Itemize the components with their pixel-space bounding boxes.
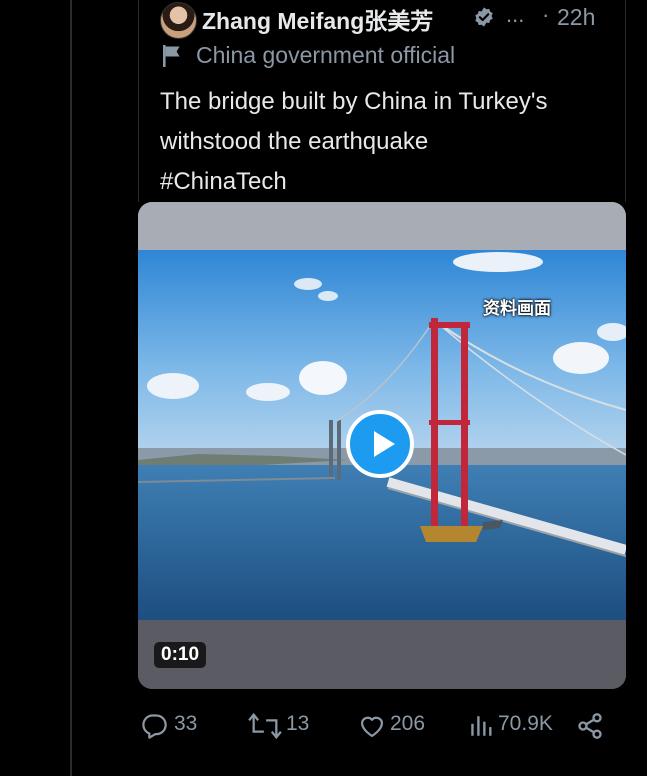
play-icon [374, 431, 395, 457]
reply-icon [142, 714, 167, 739]
tweet-text-line: The bridge built by China in Turkey's [160, 88, 548, 115]
views-icon [471, 716, 492, 736]
video-letterbox-top [138, 202, 626, 250]
like-count: 206 [390, 712, 426, 735]
reply-button[interactable]: 33 [140, 708, 210, 744]
tweet-text-line: withstood the earthquake [160, 128, 429, 155]
repost-icon [248, 712, 282, 740]
views-count: 70.9K [498, 712, 553, 735]
card-border-left [138, 0, 139, 202]
reply-count: 33 [174, 712, 198, 735]
verified-badge-icon [475, 7, 493, 27]
repost-count: 13 [286, 712, 310, 735]
like-icon [360, 716, 384, 738]
play-button[interactable] [346, 410, 414, 478]
video-watermark: 资料画面 [483, 299, 551, 318]
video-duration: 0:10 [154, 642, 207, 668]
flag-icon [163, 45, 180, 67]
like-button[interactable]: 206 [358, 708, 448, 744]
tweet-page: Zhang Meifang张美芳 ... · 22h China governm… [0, 0, 647, 776]
repost-button[interactable]: 13 [248, 708, 328, 744]
thread-rail [70, 0, 72, 776]
tweet-text: The bridge built by China in Turkey's wi… [160, 82, 620, 202]
avatar[interactable] [160, 2, 197, 39]
share-button[interactable] [576, 708, 606, 744]
more-options-button[interactable]: ... [506, 2, 524, 28]
hashtag-link[interactable]: #ChinaTech [160, 162, 620, 202]
account-label: China government official [160, 42, 620, 72]
account-label-text: China government official [196, 42, 456, 68]
video-letterbox-bottom [138, 620, 626, 689]
views-button[interactable]: 70.9K [468, 708, 572, 744]
tweet-header: Zhang Meifang张美芳 ... · 22h [160, 0, 630, 40]
timestamp[interactable]: 22h [557, 4, 595, 31]
share-icon [578, 713, 602, 739]
tweet-actions: 33 13 206 70.9K [140, 708, 610, 744]
author-name[interactable]: Zhang Meifang张美芳 [202, 2, 433, 36]
video-player[interactable]: 资料画面 0:10 [138, 202, 626, 689]
time-separator: · [542, 2, 550, 27]
